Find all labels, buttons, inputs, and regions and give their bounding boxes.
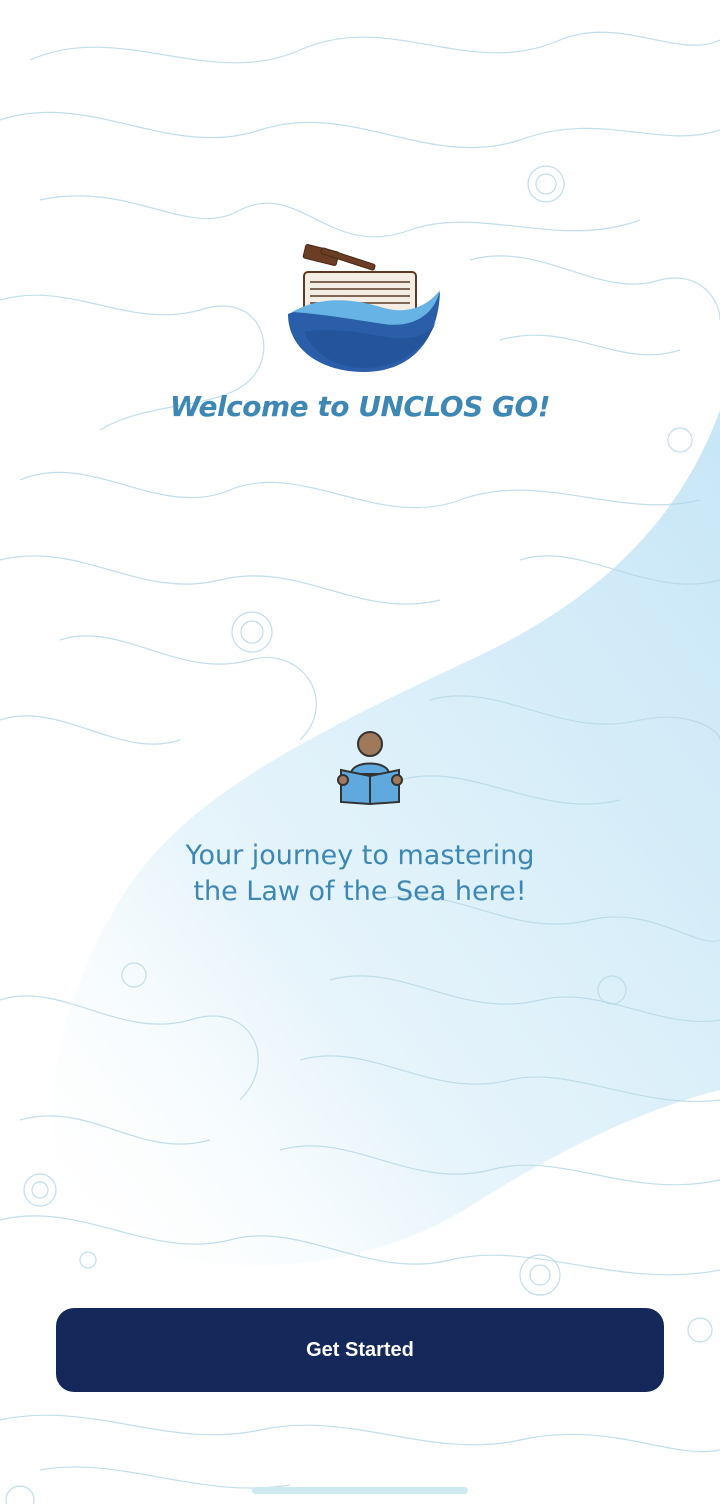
home-indicator [252,1487,468,1494]
get-started-button[interactable]: Get Started [56,1308,664,1392]
tagline-line-1: Your journey to mastering [185,840,535,871]
welcome-title: Welcome to UNCLOS GO! [169,390,551,423]
reader-illustration [333,728,407,806]
person-reading-book-icon [337,731,403,806]
tagline-line-2: the Law of the Sea here! [193,876,527,907]
app-logo [284,242,444,376]
tagline: Your journey to mastering the Law of the… [0,838,720,910]
gavel-book-wave-logo-icon [288,244,440,372]
